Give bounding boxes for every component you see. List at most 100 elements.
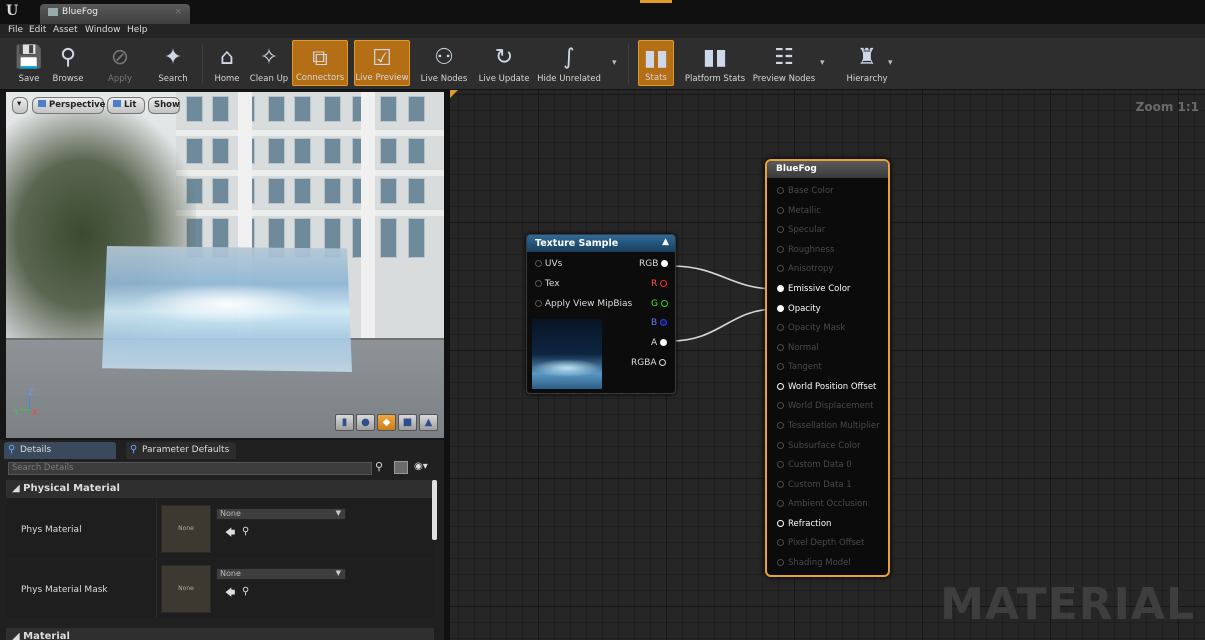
live-update-button[interactable]: ↻ Live Update	[476, 40, 532, 86]
show-button[interactable]: Show	[148, 97, 180, 114]
save-button[interactable]: 💾 Save	[12, 40, 46, 86]
menu-edit[interactable]: Edit	[29, 25, 46, 35]
document-tab-title: BlueFog	[62, 7, 98, 17]
phys-material-combo[interactable]: None ▼	[216, 508, 346, 520]
details-scrollbar[interactable]	[432, 480, 437, 540]
rgb-to-emissive-wire	[670, 265, 777, 290]
pin-pixel-depth-offset[interactable]: Pixel Depth Offset	[777, 538, 865, 548]
pin-subsurface-color[interactable]: Subsurface Color	[777, 441, 861, 451]
close-tab-icon[interactable]: ×	[174, 7, 182, 17]
hide-unrelated-dropdown-icon[interactable]: ▾	[612, 58, 617, 68]
perspective-button[interactable]: Perspective	[32, 97, 105, 114]
pin-r-output[interactable]: R	[651, 279, 668, 289]
clean-up-button[interactable]: ✧ Clean Up	[248, 40, 290, 86]
pin-metallic[interactable]: Metallic	[777, 206, 821, 216]
parameter-icon: ⚲	[130, 444, 138, 455]
refresh-icon: ↻	[494, 45, 514, 70]
texture-sample-header[interactable]: Texture Sample ▲	[527, 235, 675, 252]
title-accent	[640, 0, 672, 3]
pin-roughness[interactable]: Roughness	[777, 245, 834, 255]
view-options-icon[interactable]	[394, 461, 408, 474]
platform-stats-button[interactable]: ▮▮ Platform Stats	[684, 40, 746, 86]
pin-world-position-offset[interactable]: World Position Offset	[777, 382, 876, 392]
menu-file[interactable]: File	[8, 25, 23, 35]
section-material[interactable]: ◢ Material	[6, 628, 434, 640]
search-icon[interactable]: ⚲	[375, 460, 383, 473]
pin-custom-data-1[interactable]: Custom Data 1	[777, 480, 852, 490]
texture-sample-node[interactable]: Texture Sample ▲ UVs Tex Apply View MipBi…	[526, 234, 676, 394]
teapot-shape-button[interactable]: ▲	[419, 414, 438, 431]
home-button[interactable]: ⌂ Home	[210, 40, 244, 86]
pin-tex[interactable]: Tex	[535, 279, 560, 289]
hide-unrelated-icon: ∫	[563, 45, 575, 70]
connectors-button[interactable]: ⧉ Connectors	[292, 40, 348, 86]
pin-apply-view-mipbias[interactable]: Apply View MipBias	[535, 299, 632, 309]
apply-button[interactable]: ⊘ Apply	[100, 40, 140, 86]
pin-tessellation-multiplier[interactable]: Tessellation Multiplier	[777, 421, 880, 431]
sphere-shape-button[interactable]: ●	[356, 414, 375, 431]
preview-viewport[interactable]: ▾ Perspective Lit Show Z Y X ▮ ● ◆ ■ ▲	[6, 92, 444, 438]
unreal-logo-icon[interactable]: U	[6, 3, 18, 19]
hierarchy-icon: ♜	[857, 45, 877, 70]
pin-opacity-mask[interactable]: Opacity Mask	[777, 323, 845, 333]
magnifier-icon: ⚲	[59, 45, 77, 70]
stats-button[interactable]: ▮▮ Stats	[638, 40, 674, 86]
browse-asset-icon[interactable]: ⚲	[242, 586, 249, 597]
pin-ambient-occlusion[interactable]: Ambient Occlusion	[777, 499, 868, 509]
preview-nodes-button[interactable]: ☷ Preview Nodes	[752, 40, 816, 86]
live-preview-button[interactable]: ☑ Live Preview	[354, 40, 410, 86]
pin-g-output[interactable]: G	[651, 299, 668, 309]
menu-help[interactable]: Help	[127, 25, 148, 35]
lit-button[interactable]: Lit	[107, 97, 145, 114]
viewport-options-dropdown[interactable]: ▾	[12, 97, 28, 114]
use-selected-arrow-icon[interactable]: 🡄	[225, 586, 235, 603]
title-bar: U BlueFog ×	[0, 0, 1205, 24]
preview-nodes-dropdown-icon[interactable]: ▾	[820, 58, 825, 68]
pin-tangent[interactable]: Tangent	[777, 362, 822, 372]
hierarchy-dropdown-icon[interactable]: ▾	[888, 58, 893, 68]
pin-opacity[interactable]: Opacity	[777, 304, 821, 314]
pin-shading-model[interactable]: Shading Model	[777, 558, 851, 568]
pin-anisotropy[interactable]: Anisotropy	[777, 264, 833, 274]
pin-specular[interactable]: Specular	[777, 225, 825, 235]
document-tab[interactable]: BlueFog ×	[40, 4, 190, 24]
toolbar: 💾 Save ⚲ Browse ⊘ Apply ✦ Search ⌂ Home ✧ Clea…	[0, 38, 1205, 90]
material-graph-canvas[interactable]: Zoom 1:1 MATERIAL Texture Sample ▲ UVs Te…	[450, 90, 1205, 640]
search-button[interactable]: ✦ Search	[152, 40, 194, 86]
pin-emissive-color[interactable]: Emissive Color	[777, 284, 850, 294]
plane-shape-button[interactable]: ◆	[377, 414, 396, 431]
live-nodes-button[interactable]: ⚇ Live Nodes	[418, 40, 470, 86]
phys-material-thumbnail[interactable]: None	[161, 505, 211, 553]
menu-asset[interactable]: Asset	[53, 25, 78, 35]
pin-normal[interactable]: Normal	[777, 343, 819, 353]
eye-icon[interactable]: ◉▾	[414, 461, 428, 472]
pin-b-output[interactable]: B	[651, 318, 668, 328]
section-physical-material[interactable]: ◢ Physical Material	[6, 480, 434, 498]
pin-rgba-output[interactable]: RGBA	[631, 358, 667, 368]
tab-details[interactable]: ⚲ Details	[4, 442, 116, 459]
hide-unrelated-button[interactable]: ∫ Hide Unrelated	[536, 40, 602, 86]
cube-shape-button[interactable]: ■	[398, 414, 417, 431]
cylinder-shape-button[interactable]: ▮	[335, 414, 354, 431]
pin-base-color[interactable]: Base Color	[777, 186, 834, 196]
browse-asset-icon[interactable]: ⚲	[242, 526, 249, 537]
tab-parameter-defaults[interactable]: ⚲ Parameter Defaults	[126, 442, 236, 459]
apply-icon: ⊘	[110, 45, 130, 70]
pin-refraction[interactable]: Refraction	[777, 519, 831, 529]
phys-material-mask-combo[interactable]: None ▼	[216, 568, 346, 580]
browse-button[interactable]: ⚲ Browse	[48, 40, 88, 86]
connectors-icon: ⧉	[312, 46, 328, 71]
pin-world-displacement[interactable]: World Displacement	[777, 401, 874, 411]
pin-a-output[interactable]: A	[651, 338, 668, 348]
search-details-input[interactable]: Search Details	[8, 462, 372, 475]
hierarchy-button[interactable]: ♜ Hierarchy	[842, 40, 892, 86]
use-selected-arrow-icon[interactable]: 🡄	[225, 526, 235, 543]
pin-custom-data-0[interactable]: Custom Data 0	[777, 460, 852, 470]
material-result-node[interactable]: BlueFog Base Color Metallic Specular Rou…	[765, 159, 890, 577]
pin-uvs[interactable]: UVs	[535, 259, 562, 269]
phys-material-mask-thumbnail[interactable]: None	[161, 565, 211, 613]
pin-rgb-output[interactable]: RGB	[639, 259, 669, 269]
collapse-triangle-icon[interactable]: ▲	[662, 237, 669, 247]
material-node-header[interactable]: BlueFog	[767, 161, 888, 178]
menu-window[interactable]: Window	[85, 25, 121, 35]
